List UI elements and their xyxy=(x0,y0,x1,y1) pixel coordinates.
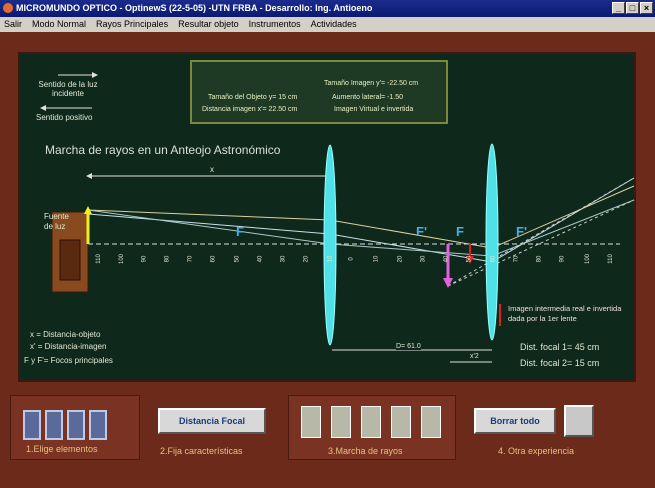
axis-tick: 50 xyxy=(233,255,240,263)
ray-button-4[interactable] xyxy=(391,406,411,438)
axis-tick: 110 xyxy=(607,254,614,264)
ray-1 xyxy=(87,213,331,235)
axis-tick: 90 xyxy=(559,255,566,263)
axis-tick: 60 xyxy=(489,255,496,263)
eyepiece-lens xyxy=(485,143,499,341)
step-3-label: 3.Marcha de rayos xyxy=(328,446,403,456)
x-distance-label: x xyxy=(210,165,214,174)
focus-f2p: F' xyxy=(516,224,528,239)
positive-arrowhead xyxy=(40,105,46,111)
source-label: Fuente de luz xyxy=(44,212,69,231)
axis-tick: 30 xyxy=(420,255,427,263)
axis-tick: 20 xyxy=(303,255,310,263)
light-arrowhead xyxy=(92,72,98,78)
axis-tick: 10 xyxy=(373,255,380,263)
focal-2: Dist. focal 2= 15 cm xyxy=(520,358,600,368)
lens-biconcave-button[interactable] xyxy=(45,410,63,440)
def-f: F y F'= Focos principales xyxy=(24,356,113,365)
step-2-label: 2.Fija características xyxy=(160,446,243,456)
intermediate-image-note: Imagen intermedia real e invertida dada … xyxy=(508,304,622,323)
axis-tick: 100 xyxy=(119,253,126,265)
axis-tick: 20 xyxy=(396,255,403,263)
axis-tick: 10 xyxy=(327,255,334,263)
ray-button-2[interactable] xyxy=(331,406,351,438)
step-4-label: 4. Otra experiencia xyxy=(498,446,575,456)
recycle-icon[interactable] xyxy=(564,405,594,437)
axis-tick: 50 xyxy=(466,255,473,263)
focus-f1p: F' xyxy=(416,224,428,239)
ray-button-1[interactable] xyxy=(301,406,321,438)
focus-f2: F xyxy=(456,224,464,239)
def-x: x = Distancia-objeto xyxy=(30,330,101,339)
clear-all-button[interactable]: Borrar todo xyxy=(474,408,556,434)
ray-button-3[interactable] xyxy=(361,406,381,438)
axis-tick: 80 xyxy=(164,255,171,263)
focus-f1: F xyxy=(236,224,244,239)
axis-tick: 100 xyxy=(584,253,591,265)
mirror-concave-button[interactable] xyxy=(67,410,85,440)
axis-tick: 40 xyxy=(257,255,264,263)
virtual-ray-1 xyxy=(447,177,635,287)
axis-tick: 40 xyxy=(443,255,450,263)
axis-tick: 0 xyxy=(348,257,355,261)
light-source-door xyxy=(59,239,81,281)
mirror-convex-button[interactable] xyxy=(89,410,107,440)
def-xp: x' = Distancia-imagen xyxy=(30,342,107,351)
objective-lens xyxy=(323,144,337,346)
ray-6 xyxy=(329,243,493,257)
distance-arrowhead xyxy=(86,173,92,179)
final-image-arrowhead xyxy=(443,278,453,288)
axis-tick: 60 xyxy=(210,255,217,263)
ray-8 xyxy=(491,185,635,249)
axis-tick: 110 xyxy=(95,254,102,264)
d-label: D= 61.0 xyxy=(396,343,421,350)
ray-9 xyxy=(491,199,635,257)
axis-tick: 70 xyxy=(187,255,194,263)
axis-tick: 70 xyxy=(513,255,520,263)
focal-distance-button[interactable]: Distancia Focal xyxy=(158,408,266,434)
lens-biconvex-button[interactable] xyxy=(23,410,41,440)
axis-tick: 90 xyxy=(140,255,147,263)
ray-7 xyxy=(491,177,635,263)
focal-1: Dist. focal 1= 45 cm xyxy=(520,342,600,352)
ray-button-5[interactable] xyxy=(421,406,441,438)
step-1-label: 1.Elige elementos xyxy=(26,444,98,454)
axis-tick: 30 xyxy=(280,255,287,263)
x2-label: x'2 xyxy=(470,353,479,360)
axis-tick: 80 xyxy=(536,255,543,263)
virtual-ray-2 xyxy=(447,199,635,287)
